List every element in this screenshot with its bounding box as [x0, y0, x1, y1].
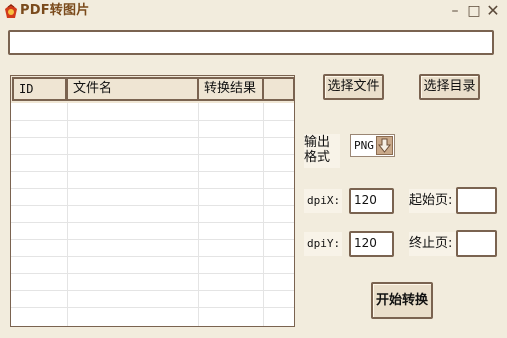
grid-row-line [11, 256, 294, 257]
column-header-filler [262, 77, 294, 101]
main-window: PDF转图片 – □ ✕ ID 文件名 转换结果 选择文件 选择目录 输出格式 … [0, 0, 507, 338]
grid-row-line [11, 222, 294, 223]
grid-row-line [11, 290, 294, 291]
dpix-input[interactable]: 120 [349, 188, 394, 214]
start-page-input[interactable] [456, 187, 497, 214]
end-page-input[interactable] [456, 230, 497, 257]
minimize-button[interactable]: – [447, 2, 463, 20]
select-directory-button[interactable]: 选择目录 [419, 74, 480, 100]
grid-row-line [11, 239, 294, 240]
pdf-app-icon [5, 4, 17, 18]
maximize-button[interactable]: □ [466, 2, 482, 20]
column-header-result[interactable]: 转换结果 [197, 77, 264, 101]
file-list-grid[interactable]: ID 文件名 转换结果 [10, 75, 295, 327]
grid-row-line [11, 154, 294, 155]
dpiy-label: dpiY: [304, 232, 342, 256]
grid-row-line [11, 188, 294, 189]
title-bar[interactable]: PDF转图片 – □ ✕ [0, 0, 507, 22]
output-format-label: 输出格式 [304, 134, 340, 168]
output-format-select[interactable]: PNG [350, 134, 395, 157]
end-page-label: 终止页: [409, 232, 457, 256]
window-title: PDF转图片 [20, 3, 90, 18]
start-convert-button[interactable]: 开始转换 [371, 282, 433, 319]
grid-row-line [11, 273, 294, 274]
grid-row-line [11, 137, 294, 138]
column-header-filename[interactable]: 文件名 [66, 77, 199, 101]
file-path-field[interactable] [8, 30, 494, 55]
grid-row-line [11, 205, 294, 206]
grid-header: ID 文件名 转换结果 [11, 76, 294, 103]
grid-row-line [11, 171, 294, 172]
grid-row-line [11, 120, 294, 121]
dpix-label: dpiX: [304, 189, 342, 213]
grid-row-line [11, 307, 294, 308]
column-header-id[interactable]: ID [12, 77, 67, 101]
dpiy-input[interactable]: 120 [349, 231, 394, 257]
output-format-value: PNG [354, 139, 374, 152]
arrow-down-icon[interactable] [376, 136, 393, 155]
close-button[interactable]: ✕ [485, 2, 501, 20]
select-file-button[interactable]: 选择文件 [323, 74, 384, 100]
start-page-label: 起始页: [409, 189, 457, 213]
